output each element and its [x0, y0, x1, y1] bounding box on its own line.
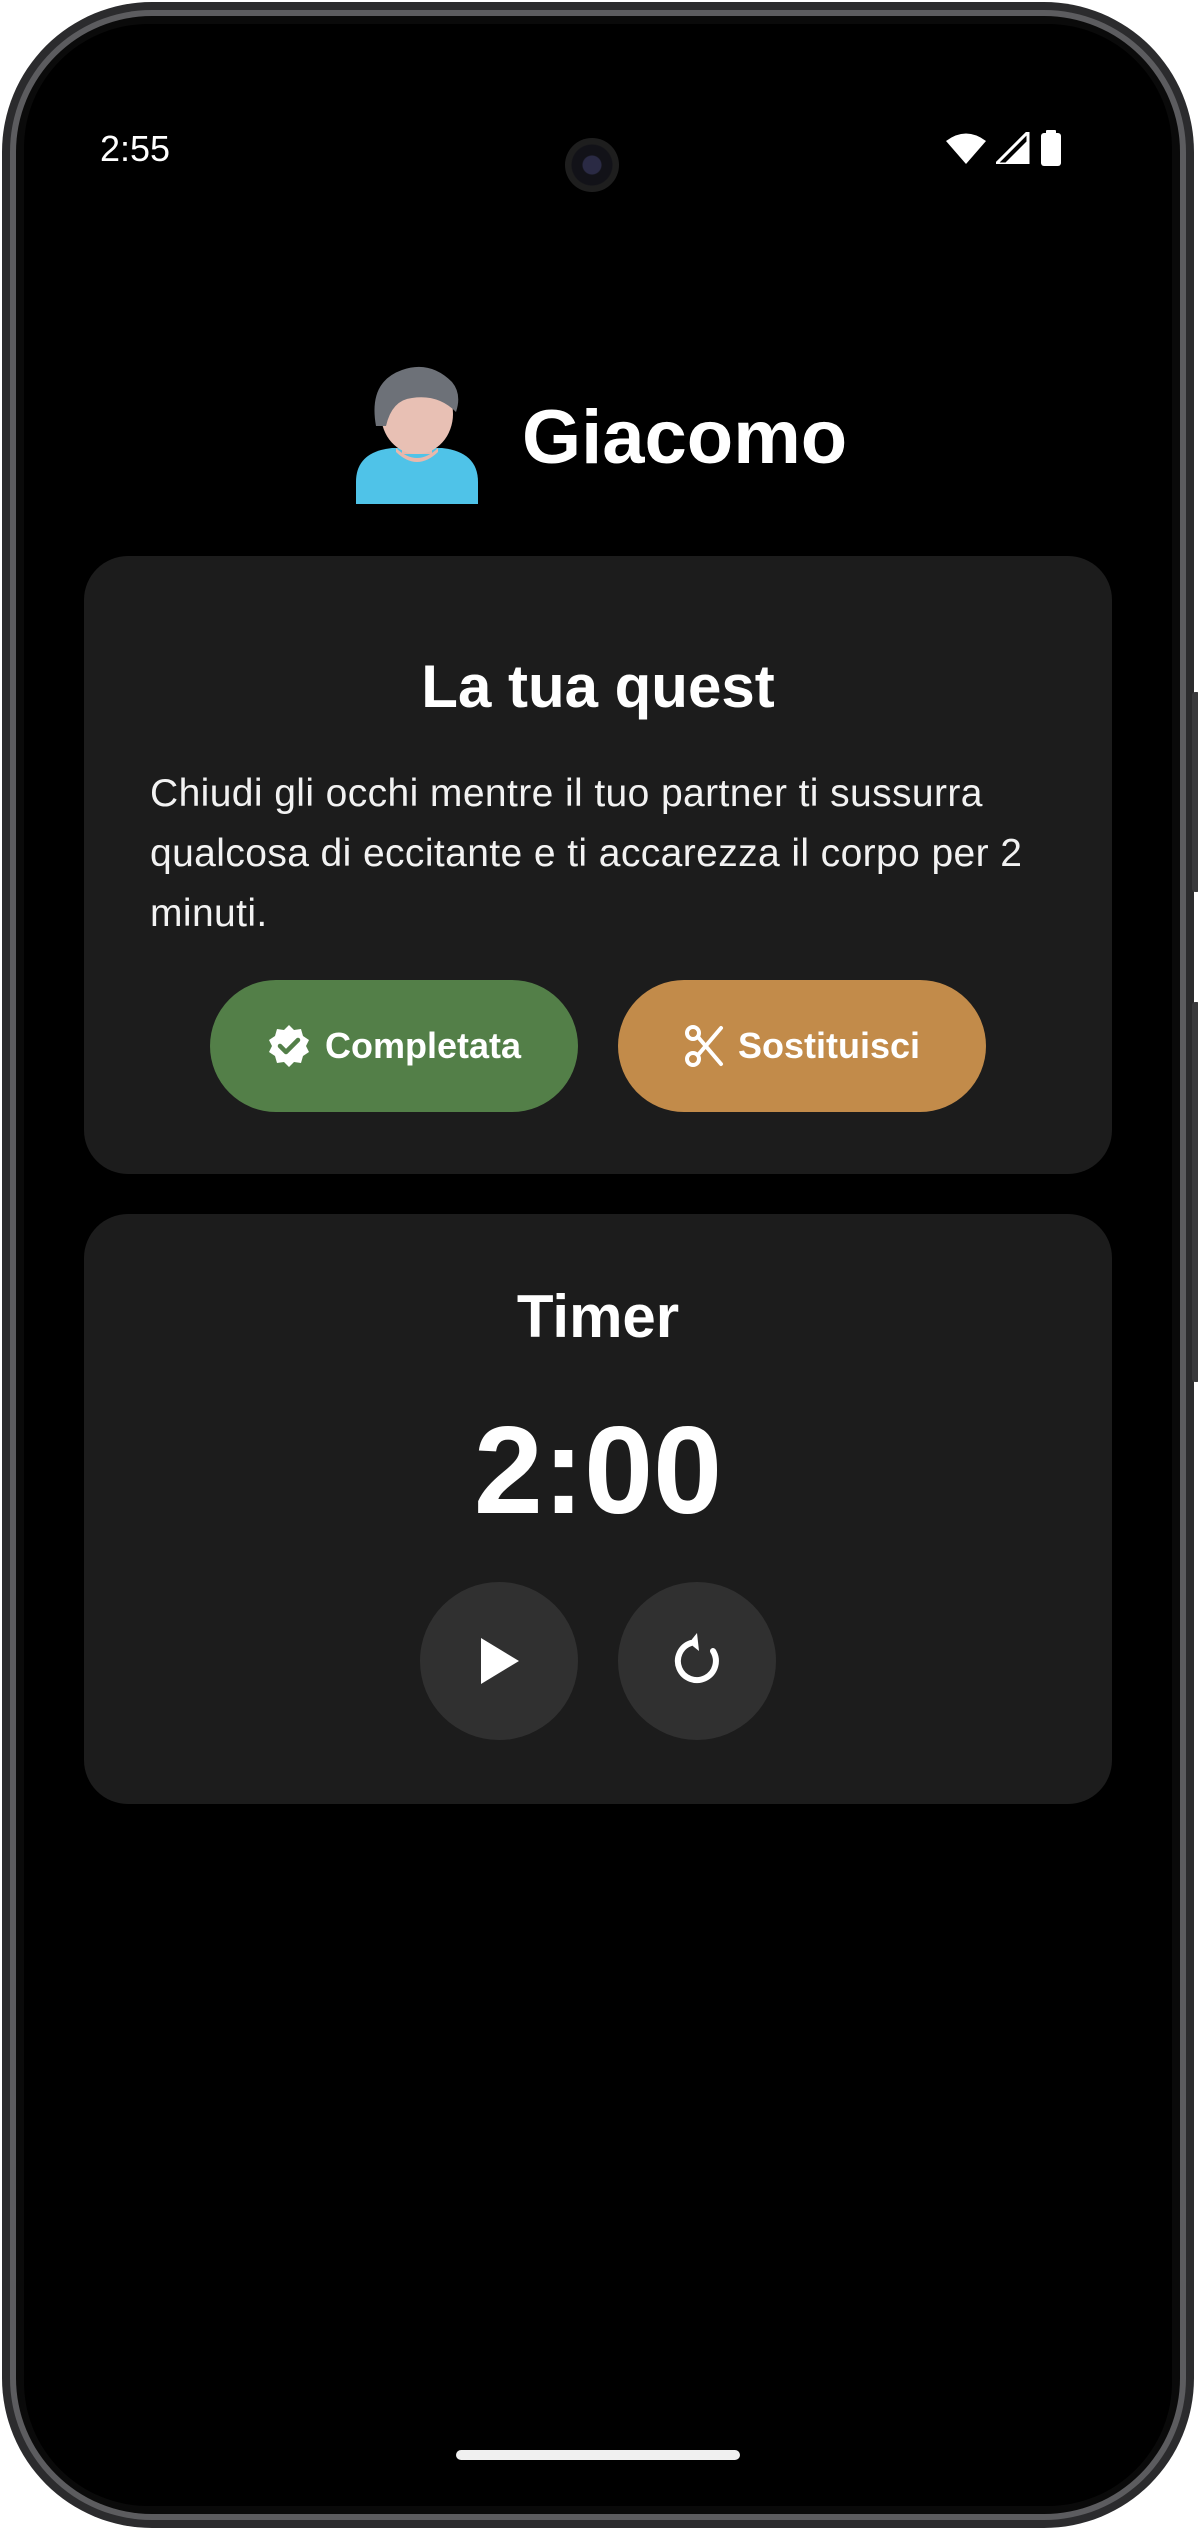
status-time: 2:55: [100, 128, 171, 169]
timer-display: 2:00: [473, 1402, 723, 1540]
complete-button-label: Completata: [324, 1025, 522, 1066]
cellular-signal-icon: [996, 132, 1030, 164]
replace-button-label: Sostituisci: [737, 1025, 921, 1066]
power-button: [1192, 1002, 1198, 1382]
scissors-icon: [684, 1025, 723, 1067]
phone-frame: 2:55 Giacomo La tua quest Chiudi gli occ…: [2, 2, 1198, 2528]
player-header: Giacomo: [24, 364, 1172, 504]
reset-icon: [674, 1633, 719, 1684]
quest-card: La tua quest Chiudi gli occhi mentre il …: [84, 556, 1112, 1174]
quest-description: Chiudi gli occhi mentre il tuo partner t…: [150, 772, 1023, 935]
front-camera: [565, 138, 619, 192]
complete-button[interactable]: Completata: [210, 980, 578, 1112]
wifi-icon: [946, 133, 986, 164]
user-name: Giacomo: [522, 395, 848, 480]
home-indicator[interactable]: [456, 2450, 740, 2460]
quest-title: La tua quest: [421, 653, 775, 720]
timer-title: Timer: [516, 1283, 680, 1350]
app-screen: 2:55 Giacomo La tua quest Chiudi gli occ…: [24, 24, 1172, 2506]
play-icon: [481, 1638, 519, 1684]
battery-icon: [1041, 130, 1061, 166]
status-icons: [946, 130, 1062, 166]
volume-button: [1192, 692, 1198, 892]
user-avatar-icon: [356, 366, 478, 504]
replace-button[interactable]: Sostituisci: [618, 980, 986, 1112]
reset-button[interactable]: [618, 1582, 776, 1740]
verified-check-icon: [268, 1025, 309, 1067]
play-button[interactable]: [420, 1582, 578, 1740]
timer-card: Timer 2:00: [84, 1214, 1112, 1804]
